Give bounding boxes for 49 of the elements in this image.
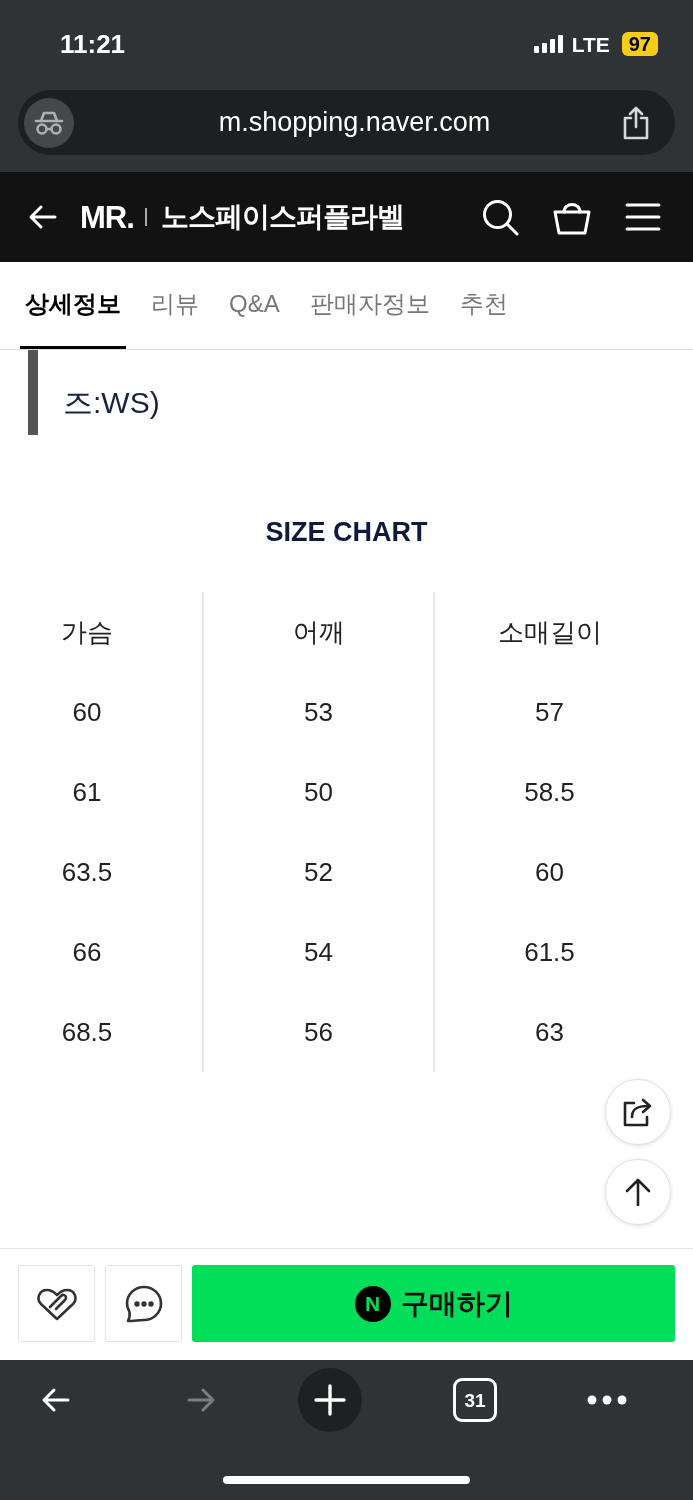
chat-button[interactable] bbox=[105, 1265, 182, 1342]
tab[interactable]: 리뷰 bbox=[146, 262, 204, 349]
tab[interactable]: 상세정보 bbox=[20, 262, 126, 349]
arrow-up-icon bbox=[625, 1177, 651, 1207]
store-name[interactable]: 노스페이스퍼플라벨 bbox=[160, 203, 404, 231]
network-type: LTE bbox=[571, 33, 610, 55]
more-icon[interactable] bbox=[587, 1395, 627, 1405]
share-icon bbox=[622, 1097, 654, 1127]
incognito-icon[interactable] bbox=[24, 97, 74, 148]
table-cell-text: 63.5 bbox=[61, 855, 113, 889]
menu-icon[interactable] bbox=[625, 203, 661, 231]
table-cell-text: 52 bbox=[304, 855, 333, 889]
search-icon[interactable] bbox=[482, 198, 519, 236]
table-cell-text: 68.5 bbox=[61, 1015, 113, 1049]
table-cell-text: 58.5 bbox=[524, 775, 575, 809]
table-cell-text: 56 bbox=[304, 1015, 333, 1049]
n-badge: N bbox=[354, 1285, 391, 1322]
chat-bubble-icon bbox=[124, 1284, 163, 1323]
address-bar[interactable]: m.shopping.naver.com bbox=[18, 90, 675, 155]
table-cell-text: 60 bbox=[535, 855, 564, 889]
table-cell-text: 57 bbox=[535, 695, 564, 729]
wishlist-button[interactable] bbox=[18, 1265, 95, 1342]
battery-level: 97 bbox=[621, 32, 658, 56]
share-icon[interactable] bbox=[621, 105, 651, 140]
brand-logo[interactable]: MR. bbox=[80, 201, 134, 233]
size-chart-title: SIZE CHART bbox=[265, 516, 428, 549]
clock-time: 11:21 bbox=[60, 31, 126, 57]
column-header: 어깨 bbox=[292, 615, 345, 649]
column-header: 소매길이 bbox=[497, 615, 602, 649]
scroll-top-button[interactable] bbox=[605, 1159, 671, 1225]
signal-icon bbox=[533, 35, 564, 53]
buy-button[interactable]: N 구매하기 bbox=[192, 1265, 675, 1342]
table-cell-text: 61 bbox=[72, 775, 102, 809]
table-cell-text: 66 bbox=[72, 935, 102, 969]
tab[interactable]: 추천 bbox=[454, 262, 513, 349]
heart-icon bbox=[36, 1286, 77, 1321]
table-cell-text: 60 bbox=[72, 695, 102, 729]
table-cell-text: 50 bbox=[304, 775, 333, 809]
table-cell-text: 63 bbox=[535, 1015, 564, 1049]
table-cell-text: 53 bbox=[304, 695, 333, 729]
tab[interactable]: Q&A bbox=[224, 262, 285, 349]
tab[interactable]: 판매자정보 bbox=[304, 262, 435, 349]
table-cell-text: 54 bbox=[304, 935, 333, 969]
table-cell-text: 61.5 bbox=[524, 935, 575, 969]
share-button[interactable] bbox=[605, 1079, 671, 1145]
column-header: 가슴 bbox=[61, 615, 113, 649]
tab-count-button[interactable]: 31 bbox=[453, 1378, 497, 1422]
plus-icon bbox=[314, 1384, 346, 1416]
quote-text: 즈:WS) bbox=[63, 385, 160, 421]
